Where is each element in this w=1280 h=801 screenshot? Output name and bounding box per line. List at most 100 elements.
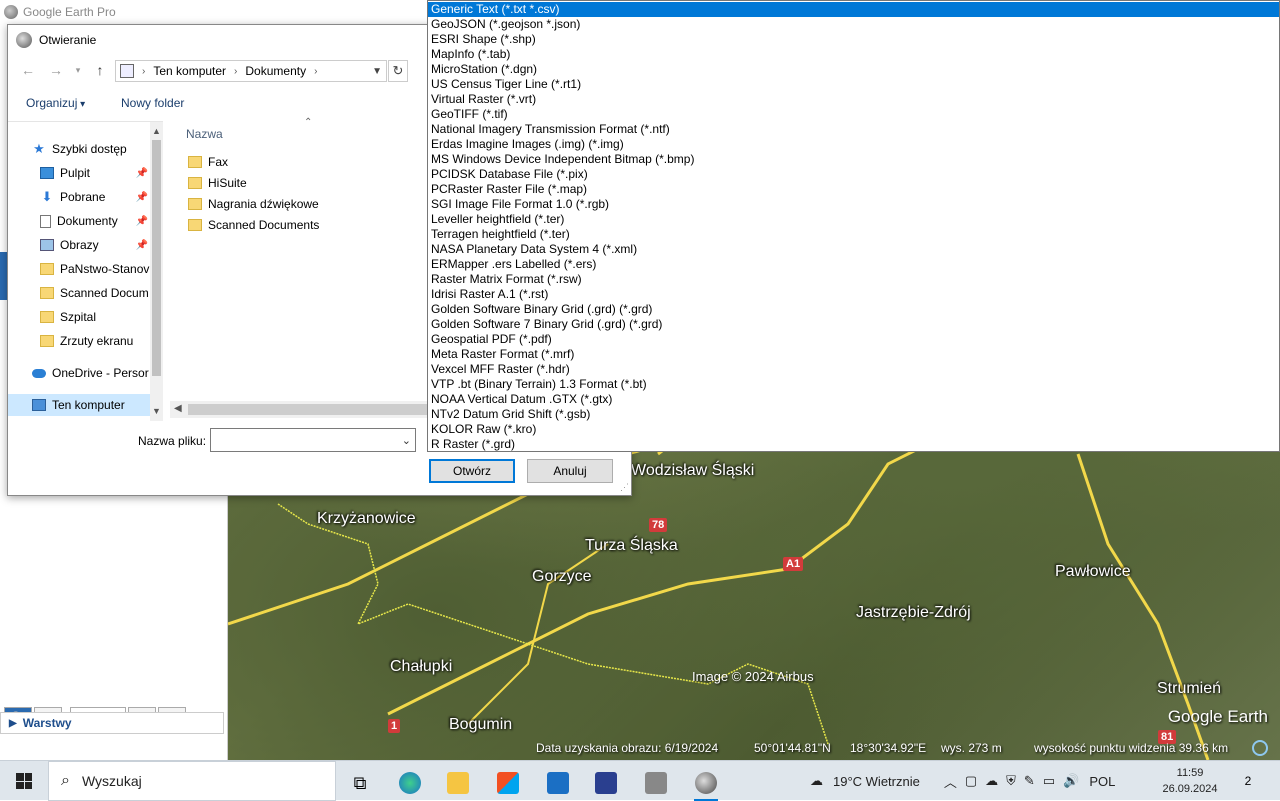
file-list-horizontal-scrollbar[interactable]: ◀: [170, 401, 433, 418]
imagery-credit: Image © 2024 Airbus: [692, 669, 814, 684]
language-indicator[interactable]: POL: [1089, 774, 1115, 789]
file-type-option[interactable]: Terragen heightfield (*.ter): [428, 227, 1279, 242]
scroll-up-icon[interactable]: ▲: [152, 126, 161, 136]
google-earth-taskbar-icon[interactable]: [684, 765, 728, 801]
file-type-option[interactable]: Leveller heightfield (*.ter): [428, 212, 1279, 227]
chevron-down-icon[interactable]: ⌄: [402, 434, 411, 447]
list-item[interactable]: HiSuite: [188, 173, 247, 193]
forward-arrow-icon[interactable]: →: [46, 60, 66, 80]
folder-icon: [40, 287, 54, 299]
file-type-option[interactable]: Idrisi Raster A.1 (*.rst): [428, 287, 1279, 302]
weather-text[interactable]: 19°C Wietrznie: [833, 774, 920, 789]
tray-app-icon[interactable]: ▢: [965, 773, 977, 789]
file-type-option[interactable]: Virtual Raster (*.vrt): [428, 92, 1279, 107]
security-icon[interactable]: ⛨: [1006, 773, 1016, 789]
file-type-option[interactable]: NTv2 Datum Grid Shift (*.gsb): [428, 407, 1279, 422]
network-icon[interactable]: ▭: [1043, 773, 1055, 789]
file-type-option[interactable]: KOLOR Raw (*.kro): [428, 422, 1279, 437]
file-type-option[interactable]: MicroStation (*.dgn): [428, 62, 1279, 77]
column-header-name[interactable]: Nazwa: [186, 127, 223, 141]
list-item[interactable]: Nagrania dźwiękowe: [188, 194, 319, 214]
file-type-option[interactable]: SGI Image File Format 1.0 (*.rgb): [428, 197, 1279, 212]
mail-icon[interactable]: [536, 765, 580, 801]
scrollbar-thumb[interactable]: [188, 404, 433, 415]
nav-item-folder[interactable]: Zrzuty ekranu: [8, 330, 150, 352]
cancel-button[interactable]: Anuluj: [527, 459, 613, 483]
file-type-option[interactable]: GeoJSON (*.geojson *.json): [428, 17, 1279, 32]
file-type-option[interactable]: ESRI Shape (*.shp): [428, 32, 1279, 47]
scrollbar-thumb[interactable]: [152, 140, 161, 376]
address-dropdown-icon[interactable]: ▼: [372, 66, 382, 77]
file-type-option[interactable]: US Census Tiger Line (*.rt1): [428, 77, 1279, 92]
nav-item-downloads[interactable]: ⬇ Pobrane 📌: [8, 186, 150, 208]
nav-pane-scrollbar[interactable]: ▲ ▼: [150, 122, 163, 421]
notification-center-icon[interactable]: 2: [1234, 769, 1262, 793]
nav-item-this-pc[interactable]: Ten komputer: [8, 394, 150, 416]
taskbar-search-box[interactable]: ⌕ Wyszukaj: [48, 761, 336, 801]
google-earth-logo-icon: [16, 32, 32, 48]
file-type-option[interactable]: Generic Text (*.txt *.csv): [428, 2, 1279, 17]
file-explorer-icon[interactable]: [436, 765, 480, 801]
file-type-option[interactable]: PCIDSK Database File (*.pix): [428, 167, 1279, 182]
back-arrow-icon[interactable]: ←: [18, 60, 38, 80]
file-type-option[interactable]: VTP .bt (Binary Terrain) 1.3 Format (*.b…: [428, 377, 1279, 392]
file-type-option[interactable]: Vexcel MFF Raster (*.hdr): [428, 362, 1279, 377]
clock[interactable]: 11:59 26.09.2024: [1160, 765, 1220, 797]
cloud-sync-icon[interactable]: ☁: [985, 773, 998, 789]
file-type-option[interactable]: R Raster (*.grd): [428, 437, 1279, 452]
open-button[interactable]: Otwórz: [429, 459, 515, 483]
history-chevron-icon[interactable]: ▾: [68, 60, 88, 80]
scroll-left-icon[interactable]: ◀: [174, 403, 182, 414]
resize-grip-icon[interactable]: ⋰: [620, 482, 629, 493]
file-type-option[interactable]: PCRaster Raster File (*.map): [428, 182, 1279, 197]
layers-panel-header[interactable]: ▶ Warstwy: [0, 712, 224, 734]
list-item[interactable]: Fax: [188, 152, 228, 172]
file-type-option[interactable]: Meta Raster Format (*.mrf): [428, 347, 1279, 362]
scroll-down-icon[interactable]: ▼: [152, 406, 161, 416]
file-type-option[interactable]: ERMapper .ers Labelled (*.ers): [428, 257, 1279, 272]
organize-button[interactable]: Organizuj: [26, 96, 85, 110]
nav-item-quick-access[interactable]: ★ Szybki dostęp: [8, 138, 150, 160]
expand-arrow-icon: ▶: [9, 717, 17, 729]
show-hidden-icons-icon[interactable]: ︿: [944, 772, 957, 791]
file-type-option[interactable]: Erdas Imagine Images (.img) (*.img): [428, 137, 1279, 152]
breadcrumb-folder[interactable]: Dokumenty: [245, 64, 306, 78]
file-type-option[interactable]: Golden Software Binary Grid (.grd) (*.gr…: [428, 302, 1279, 317]
file-type-option[interactable]: NASA Planetary Data System 4 (*.xml): [428, 242, 1279, 257]
nav-item-folder[interactable]: Szpital: [8, 306, 150, 328]
store-icon[interactable]: [486, 765, 530, 801]
breadcrumb-root[interactable]: Ten komputer: [153, 64, 226, 78]
new-folder-button[interactable]: Nowy folder: [121, 96, 184, 110]
file-type-option[interactable]: Golden Software 7 Binary Grid (.grd) (*.…: [428, 317, 1279, 332]
search-icon: ⌕: [61, 772, 70, 789]
refresh-icon[interactable]: ↻: [388, 60, 408, 82]
save-disk-icon[interactable]: [584, 765, 628, 801]
printer-icon[interactable]: [634, 765, 678, 801]
volume-icon[interactable]: 🔊: [1063, 773, 1079, 789]
file-type-option[interactable]: MS Windows Device Independent Bitmap (*.…: [428, 152, 1279, 167]
nav-item-folder[interactable]: Scanned Docum: [8, 282, 150, 304]
nav-item-onedrive[interactable]: OneDrive - Persor: [8, 362, 150, 384]
weather-icon[interactable]: ☁: [810, 773, 823, 789]
nav-item-pictures[interactable]: Obrazy 📌: [8, 234, 150, 256]
file-type-option[interactable]: GeoTIFF (*.tif): [428, 107, 1279, 122]
file-type-option[interactable]: NOAA Vertical Datum .GTX (*.gtx): [428, 392, 1279, 407]
file-type-dropdown-list: Generic Text (*.txt *.csv) GeoJSON (*.geo…: [427, 0, 1280, 452]
address-bar[interactable]: › Ten komputer › Dokumenty › ▼: [115, 60, 387, 82]
file-type-option[interactable]: MapInfo (*.tab): [428, 47, 1279, 62]
file-type-option[interactable]: National Imagery Transmission Format (*.…: [428, 122, 1279, 137]
filename-input[interactable]: ⌄: [210, 428, 416, 452]
nav-item-documents[interactable]: Dokumenty 📌: [8, 210, 150, 232]
nav-item-desktop[interactable]: Pulpit 📌: [8, 162, 150, 184]
file-type-option[interactable]: Raster Matrix Format (*.rsw): [428, 272, 1279, 287]
file-type-option[interactable]: Geospatial PDF (*.pdf): [428, 332, 1279, 347]
navigation-pane: ★ Szybki dostęp Pulpit 📌 ⬇ Pobrane 📌 Dok…: [8, 121, 163, 421]
edge-browser-icon[interactable]: [388, 765, 432, 801]
start-button[interactable]: [0, 761, 48, 801]
task-view-icon[interactable]: ⧉: [338, 765, 382, 801]
pen-icon[interactable]: ✎: [1024, 773, 1035, 789]
list-item[interactable]: Scanned Documents: [188, 215, 319, 235]
nav-item-folder[interactable]: PaNstwo-Stanov: [8, 258, 150, 280]
up-arrow-icon[interactable]: ↑: [90, 60, 110, 80]
nav-item-label: Obrazy: [60, 238, 99, 252]
